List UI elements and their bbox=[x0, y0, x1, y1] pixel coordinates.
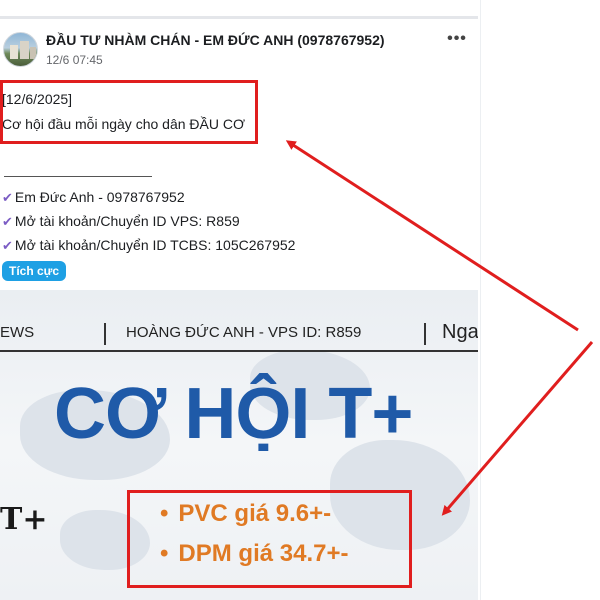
more-dots-icon[interactable]: ••• bbox=[446, 31, 468, 50]
checkmark-icon: ✔ bbox=[2, 190, 13, 205]
highlight-box-headline bbox=[0, 80, 258, 144]
news-ticker: EWS HOÀNG ĐỨC ANH - VPS ID: R859 Nga bbox=[0, 321, 478, 344]
news-divider bbox=[104, 323, 106, 345]
bullet-icon: • bbox=[160, 500, 169, 527]
post-separator bbox=[4, 176, 152, 177]
banner-title: CƠ HỘI T+ bbox=[54, 374, 413, 454]
contact-text: Em Đức Anh - 0978767952 bbox=[14, 189, 185, 205]
stock-text: PVC giá 9.6+- bbox=[178, 500, 332, 527]
sentiment-tag[interactable]: Tích cực bbox=[2, 261, 67, 281]
contact-text: Mở tài khoản/Chuyển ID VPS: R859 bbox=[14, 213, 240, 229]
news-mid: HOÀNG ĐỨC ANH - VPS ID: R859 bbox=[126, 324, 362, 341]
contact-text: Mở tài khoản/Chuyển ID TCBS: 105C267952 bbox=[14, 237, 296, 253]
right-gutter bbox=[480, 0, 600, 600]
post-author-name[interactable]: ĐẦU TƯ NHÀM CHÁN - EM ĐỨC ANH (097876795… bbox=[46, 32, 385, 48]
news-divider bbox=[424, 323, 426, 345]
author-avatar[interactable] bbox=[3, 32, 38, 67]
stock-text: DPM giá 34.7+- bbox=[178, 540, 349, 567]
post-timestamp[interactable]: 12/6 07:45 bbox=[46, 53, 103, 67]
checkmark-icon: ✔ bbox=[2, 214, 13, 229]
post-image-banner[interactable]: EWS HOÀNG ĐỨC ANH - VPS ID: R859 Nga CƠ … bbox=[0, 290, 478, 600]
contact-line: ✔ Mở tài khoản/Chuyển ID VPS: R859 bbox=[2, 213, 240, 230]
contact-line: ✔ Mở tài khoản/Chuyển ID TCBS: 105C267952 bbox=[2, 237, 295, 254]
news-underline bbox=[0, 350, 478, 352]
feed-top-divider bbox=[0, 0, 478, 19]
banner-side-text: T+ bbox=[0, 502, 48, 537]
stock-item: • DPM giá 34.7+- bbox=[160, 540, 348, 568]
news-right: Nga bbox=[442, 321, 478, 343]
contact-line: ✔ Em Đức Anh - 0978767952 bbox=[2, 189, 185, 206]
checkmark-icon: ✔ bbox=[2, 238, 13, 253]
news-left: EWS bbox=[0, 324, 35, 341]
stock-item: • PVC giá 9.6+- bbox=[160, 500, 331, 528]
bullet-icon: • bbox=[160, 540, 169, 567]
